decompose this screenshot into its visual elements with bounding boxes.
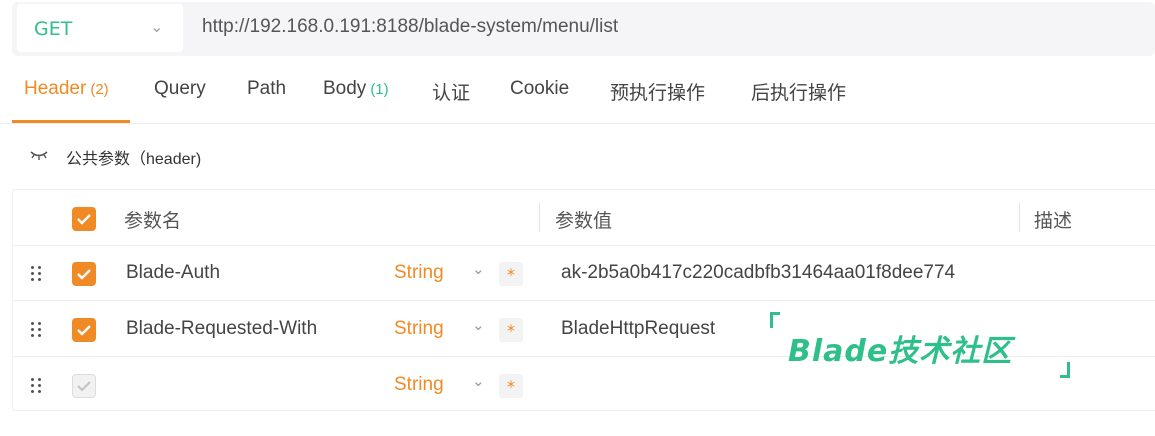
table-header-row: 参数名 参数值 描述: [13, 190, 1155, 246]
chevron-down-icon[interactable]: ⌄: [472, 260, 485, 278]
param-name-field[interactable]: Blade-Auth: [126, 262, 220, 284]
tab-auth[interactable]: 认证: [432, 78, 470, 105]
watermark: Blade技术社区: [770, 312, 1070, 378]
tab-cookie[interactable]: Cookie: [510, 78, 569, 100]
url-input[interactable]: http://192.168.0.191:8188/blade-system/m…: [202, 16, 618, 38]
param-type-select[interactable]: String: [394, 318, 444, 340]
tab-label: 认证: [432, 83, 471, 104]
tab-count: (1): [370, 81, 389, 98]
tab-pre-script[interactable]: 预执行操作: [610, 78, 705, 105]
check-icon: [77, 214, 91, 225]
tab-label: Body: [323, 78, 367, 99]
request-tabs: Header (2) Query Path Body (1) 认证 Cookie 预…: [0, 62, 1155, 124]
param-type-select[interactable]: String: [394, 262, 444, 284]
watermark-corner: [1060, 362, 1070, 378]
tab-count: (2): [90, 81, 109, 98]
param-name-field[interactable]: Blade-Requested-With: [126, 318, 317, 340]
watermark-text: Blade技术社区: [788, 334, 1013, 369]
table-row: Blade-Auth String ⌄ * ak-2b5a0b417c220ca…: [13, 245, 1155, 301]
chevron-down-icon: ⌄: [150, 17, 164, 36]
tab-label: Query: [154, 78, 206, 99]
eye-closed-icon: [30, 151, 48, 160]
request-bar: GET ⌄ http://192.168.0.191:8188/blade-sy…: [12, 2, 1155, 56]
check-icon: [77, 269, 91, 280]
column-header-desc: 描述: [1034, 210, 1073, 232]
chevron-down-icon[interactable]: ⌄: [472, 372, 485, 390]
column-divider[interactable]: [539, 202, 540, 232]
column-header-value: 参数值: [555, 210, 613, 232]
method-select[interactable]: GET ⌄: [17, 4, 183, 52]
tab-path[interactable]: Path: [247, 78, 286, 100]
tab-query[interactable]: Query: [154, 78, 206, 100]
public-params-label: 公共参数（header): [66, 151, 202, 168]
tab-post-script[interactable]: 后执行操作: [751, 78, 846, 105]
column-divider[interactable]: [1019, 202, 1020, 232]
watermark-corner: [770, 312, 780, 328]
row-checkbox[interactable]: [72, 318, 96, 342]
column-header-name: 参数名: [124, 210, 182, 232]
required-toggle[interactable]: *: [499, 318, 523, 342]
param-value-field[interactable]: BladeHttpRequest: [561, 318, 715, 340]
row-checkbox[interactable]: [72, 374, 96, 398]
required-toggle[interactable]: *: [499, 374, 523, 398]
tab-label: Path: [247, 78, 287, 99]
drag-handle-icon[interactable]: [31, 266, 43, 282]
drag-handle-icon[interactable]: [31, 378, 43, 394]
tab-label: Cookie: [510, 78, 570, 99]
tab-body[interactable]: Body (1): [323, 78, 389, 100]
tab-header[interactable]: Header (2): [24, 78, 109, 100]
required-toggle[interactable]: *: [499, 262, 523, 286]
check-icon: [77, 381, 91, 392]
tab-label: 预执行操作: [610, 83, 706, 104]
param-type-select[interactable]: String: [394, 374, 444, 396]
tab-label: Header: [24, 78, 87, 99]
chevron-down-icon[interactable]: ⌄: [472, 316, 485, 334]
check-icon: [77, 325, 91, 336]
drag-handle-icon[interactable]: [31, 322, 43, 338]
row-checkbox[interactable]: [72, 262, 96, 286]
tab-label: 后执行操作: [751, 83, 847, 104]
param-value-field[interactable]: ak-2b5a0b417c220cadbfb31464aa01f8dee774: [561, 262, 955, 284]
active-tab-indicator: [12, 120, 130, 123]
select-all-checkbox[interactable]: [72, 207, 96, 231]
method-label: GET: [34, 18, 73, 40]
